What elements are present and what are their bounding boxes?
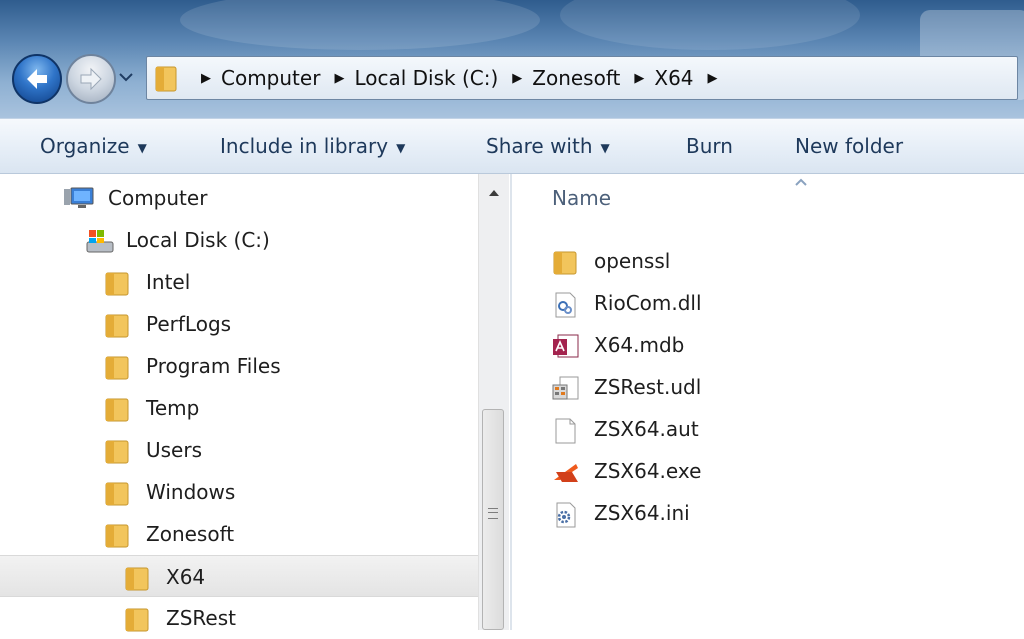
dropdown-arrow-icon: ▼: [137, 140, 147, 155]
tree-item-windows[interactable]: Windows: [0, 471, 478, 513]
tree-item-label: Windows: [146, 480, 236, 504]
tree-item-local-disk[interactable]: Local Disk (C:): [0, 219, 478, 261]
tree-item-temp[interactable]: Temp: [0, 387, 478, 429]
folder-icon: [125, 608, 149, 632]
file-name: ZSRest.udl: [594, 375, 702, 399]
file-list-pane: Name openssl RioCom.dll X64.mdb ZSRest.u…: [512, 174, 1024, 630]
ini-file-icon: [556, 502, 576, 528]
recent-pages-button[interactable]: [118, 68, 134, 86]
breadcrumb-separator-icon[interactable]: ▶: [201, 71, 211, 86]
breadcrumb: ▶ Computer ▶ Local Disk (C:) ▶ Zonesoft …: [187, 57, 728, 99]
burn-button[interactable]: Burn: [686, 119, 733, 173]
tree-item-label: X64: [166, 565, 206, 589]
folder-icon: [105, 398, 129, 422]
folder-icon: [155, 66, 177, 92]
tree-item-label: Local Disk (C:): [126, 228, 270, 252]
folder-icon: [105, 314, 129, 338]
scroll-grip-icon: [488, 508, 498, 519]
breadcrumb-separator-icon[interactable]: ▶: [334, 71, 344, 86]
breadcrumb-separator-icon[interactable]: ▶: [634, 71, 644, 86]
tree-item-label: Users: [146, 438, 203, 462]
file-name: openssl: [594, 249, 671, 273]
burn-label: Burn: [686, 134, 733, 158]
file-name: ZSX64.exe: [594, 459, 702, 483]
blank-file-icon: [555, 418, 576, 444]
share-with-button[interactable]: Share with ▼: [486, 119, 610, 173]
tree-item-zonesoft[interactable]: Zonesoft: [0, 513, 478, 555]
folder-icon: [105, 482, 129, 506]
breadcrumb-separator-icon[interactable]: ▶: [512, 71, 522, 86]
file-row-openssl[interactable]: openssl: [552, 240, 1012, 282]
address-bar[interactable]: ▶ Computer ▶ Local Disk (C:) ▶ Zonesoft …: [146, 56, 1018, 100]
file-name: RioCom.dll: [594, 291, 702, 315]
share-with-label: Share with: [486, 134, 593, 158]
folder-icon: [105, 524, 129, 548]
dropdown-arrow-icon: ▼: [396, 140, 406, 155]
organize-label: Organize: [40, 134, 130, 158]
tree-item-zsrest[interactable]: ZSRest: [0, 597, 478, 639]
file-name: ZSX64.ini: [594, 501, 690, 525]
file-row-zsx64-ini[interactable]: ZSX64.ini: [552, 492, 1012, 534]
folder-icon: [125, 567, 149, 591]
dropdown-arrow-icon: ▼: [600, 140, 610, 155]
include-in-library-label: Include in library: [220, 134, 389, 158]
tree-item-label: Computer: [108, 186, 208, 210]
tree-item-label: Temp: [146, 396, 200, 420]
access-database-icon: [553, 334, 579, 358]
breadcrumb-item-zonesoft[interactable]: Zonesoft: [532, 66, 620, 90]
folder-icon: [105, 356, 129, 380]
tree-item-computer[interactable]: Computer: [0, 177, 478, 219]
file-row-x64-mdb[interactable]: X64.mdb: [552, 324, 1012, 366]
local-disk-icon: [86, 230, 114, 253]
tree-item-perflogs[interactable]: PerfLogs: [0, 303, 478, 345]
back-arrow-icon: [27, 69, 47, 89]
sort-ascending-icon: [795, 178, 807, 186]
dll-file-icon: [555, 292, 576, 318]
organize-button[interactable]: Organize ▼: [40, 119, 147, 173]
tree-item-label: PerfLogs: [146, 312, 232, 336]
folder-icon: [553, 251, 577, 275]
breadcrumb-item-local-disk[interactable]: Local Disk (C:): [354, 66, 498, 90]
file-row-zsx64-exe[interactable]: ZSX64.exe: [552, 450, 1012, 492]
chevron-down-icon: [119, 73, 133, 82]
breadcrumb-item-x64[interactable]: X64: [654, 66, 693, 90]
tree-item-intel[interactable]: Intel: [0, 261, 478, 303]
navigation-scrollbar[interactable]: [478, 174, 509, 630]
tree-item-label: Zonesoft: [146, 522, 235, 546]
column-header-name[interactable]: Name: [552, 186, 611, 210]
folder-icon: [105, 272, 129, 296]
navigation-pane: Computer Local Disk (C:) Intel PerfLogs …: [0, 174, 478, 632]
scroll-thumb[interactable]: [482, 409, 504, 630]
new-folder-button[interactable]: New folder: [795, 119, 903, 173]
file-name: X64.mdb: [594, 333, 685, 357]
forward-arrow-icon: [80, 67, 102, 91]
tree-item-x64[interactable]: X64: [0, 555, 478, 597]
breadcrumb-separator-icon[interactable]: ▶: [708, 71, 718, 86]
file-name: ZSX64.aut: [594, 417, 699, 441]
scroll-up-arrow-icon[interactable]: [488, 188, 500, 198]
tree-item-label: ZSRest: [166, 606, 236, 630]
command-bar: Organize ▼ Include in library ▼ Share with…: [0, 118, 1024, 174]
udl-file-icon: [552, 376, 579, 400]
breadcrumb-item-computer[interactable]: Computer: [221, 66, 320, 90]
include-in-library-button[interactable]: Include in library ▼: [220, 119, 405, 173]
new-folder-label: New folder: [795, 134, 904, 158]
window-title-region: ▶ Computer ▶ Local Disk (C:) ▶ Zonesoft …: [0, 0, 1024, 118]
file-row-zsx64-aut[interactable]: ZSX64.aut: [552, 408, 1012, 450]
folder-icon: [105, 440, 129, 464]
tree-item-label: Program Files: [146, 354, 281, 378]
zonesoft-exe-icon: [554, 464, 578, 482]
tree-item-users[interactable]: Users: [0, 429, 478, 471]
forward-button[interactable]: [66, 54, 116, 104]
tree-item-program-files[interactable]: Program Files: [0, 345, 478, 387]
file-row-riocom-dll[interactable]: RioCom.dll: [552, 282, 1012, 324]
file-row-zsrest-udl[interactable]: ZSRest.udl: [552, 366, 1012, 408]
computer-icon: [64, 187, 94, 208]
tree-item-label: Intel: [146, 270, 191, 294]
back-button[interactable]: [12, 54, 62, 104]
